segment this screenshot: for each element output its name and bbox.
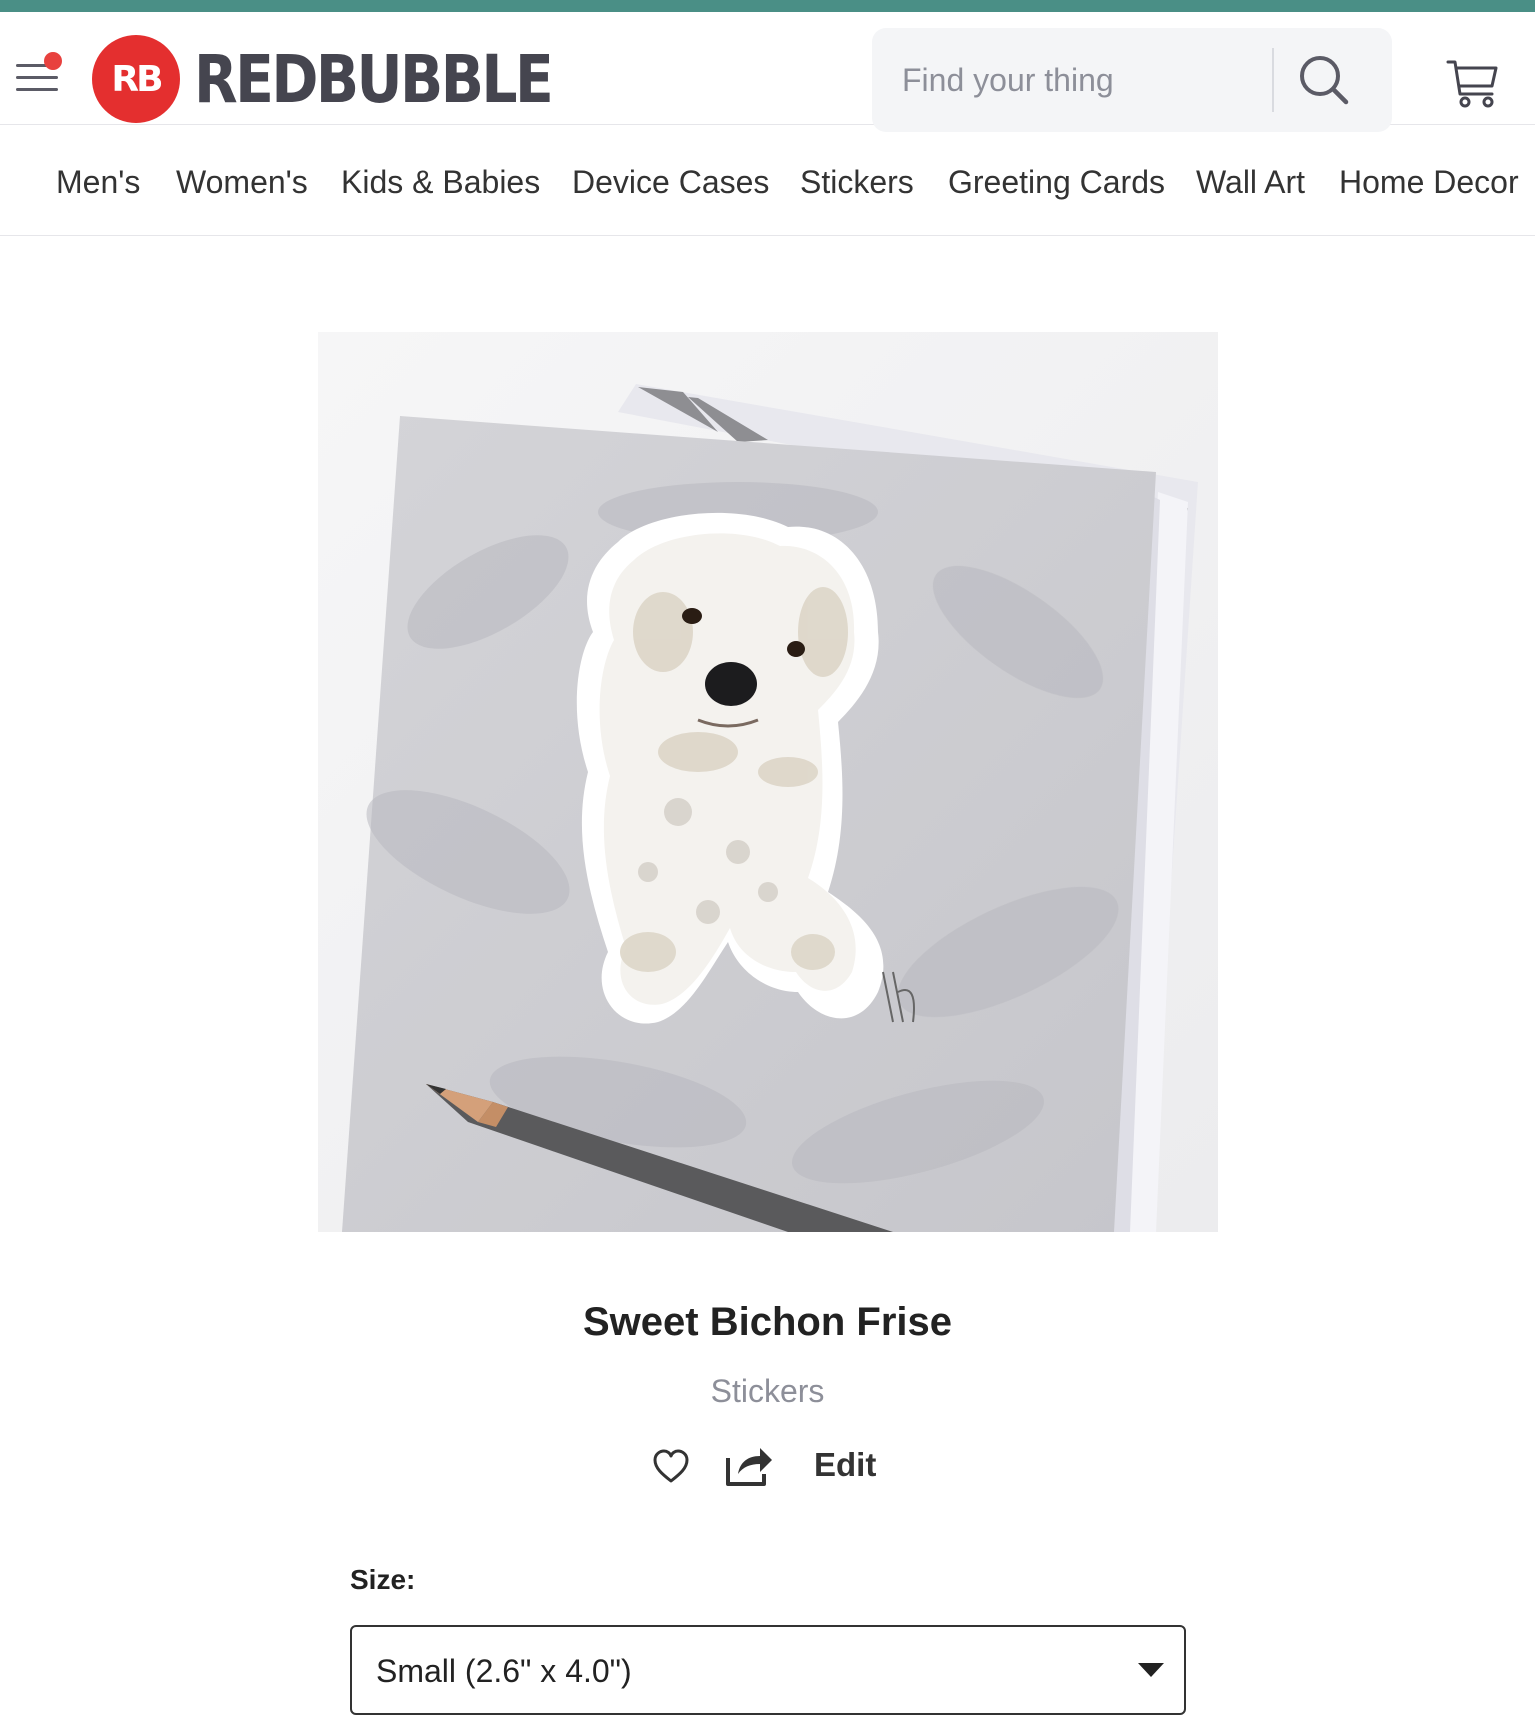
product-category[interactable]: Stickers: [0, 1373, 1535, 1410]
nav-item-device-cases[interactable]: Device Cases: [572, 164, 769, 201]
nav-item-wall-art[interactable]: Wall Art: [1196, 164, 1305, 201]
hamburger-icon: [16, 64, 48, 67]
share-button[interactable]: [724, 1442, 774, 1488]
hamburger-icon-line: [16, 76, 58, 79]
logo[interactable]: RB REDBUBBLE: [92, 24, 609, 134]
logo-mark: RB: [92, 35, 180, 123]
favorite-button[interactable]: [652, 1448, 690, 1486]
search-button[interactable]: [1296, 52, 1352, 108]
product-title: Sweet Bichon Frise: [583, 1300, 952, 1344]
nav-item-kids-babies[interactable]: Kids & Babies: [341, 164, 540, 201]
search-input[interactable]: [902, 50, 1132, 110]
nav-item-stickers[interactable]: Stickers: [800, 164, 914, 201]
product-image[interactable]: [318, 332, 1218, 1232]
cart-button[interactable]: [1446, 56, 1500, 112]
nav-item-mens[interactable]: Men's: [56, 164, 140, 201]
site-header: RB REDBUBBLE: [0, 12, 1535, 132]
search-icon: [1300, 56, 1349, 105]
cart-icon: [1446, 60, 1498, 108]
product-actions: Edit: [0, 1440, 1535, 1496]
size-label: Size:: [350, 1564, 416, 1595]
caret-down-icon: [1138, 1663, 1164, 1677]
nav-item-womens[interactable]: Women's: [176, 164, 308, 201]
edit-button[interactable]: Edit: [814, 1446, 876, 1484]
search-divider: [1272, 48, 1274, 112]
hamburger-icon-line: [16, 88, 58, 91]
product-photo-illustration: [318, 332, 1218, 1232]
nav-item-home-decor[interactable]: Home Decor: [1339, 164, 1519, 201]
top-accent-strip: [0, 0, 1535, 12]
size-select[interactable]: Small (2.6" x 4.0"): [350, 1625, 1186, 1715]
size-selected-value: Small (2.6" x 4.0"): [376, 1653, 632, 1689]
logo-mark-text: RB: [111, 58, 163, 100]
category-nav: Men's Women's Kids & Babies Device Cases…: [0, 126, 1535, 236]
share-icon: [726, 1448, 772, 1486]
menu-button[interactable]: [14, 52, 64, 102]
logo-wordmark: REDBUBBLE: [194, 40, 554, 118]
nav-item-greeting-cards[interactable]: Greeting Cards: [948, 164, 1165, 201]
notification-dot: [44, 52, 62, 70]
heart-icon: [653, 1449, 689, 1483]
search-bar: [872, 28, 1392, 132]
